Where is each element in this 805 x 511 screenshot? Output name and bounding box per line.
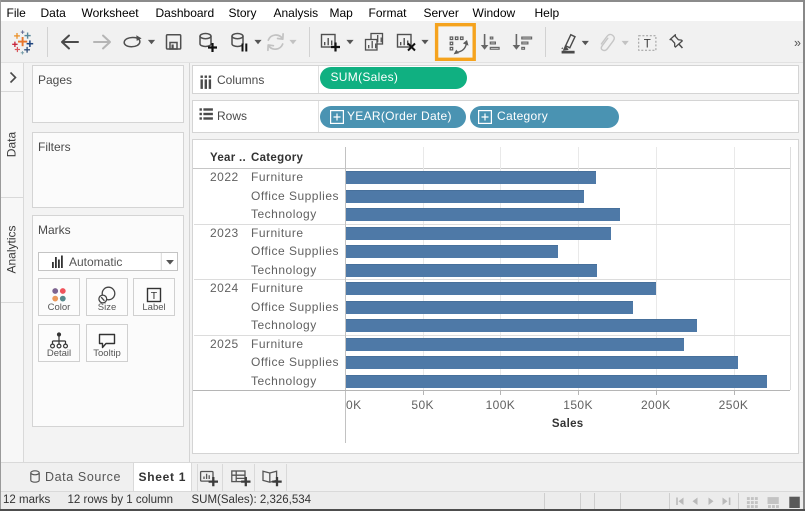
svg-text:»: » bbox=[794, 36, 801, 50]
svg-text:T: T bbox=[151, 289, 158, 301]
svg-text:T: T bbox=[644, 38, 651, 50]
